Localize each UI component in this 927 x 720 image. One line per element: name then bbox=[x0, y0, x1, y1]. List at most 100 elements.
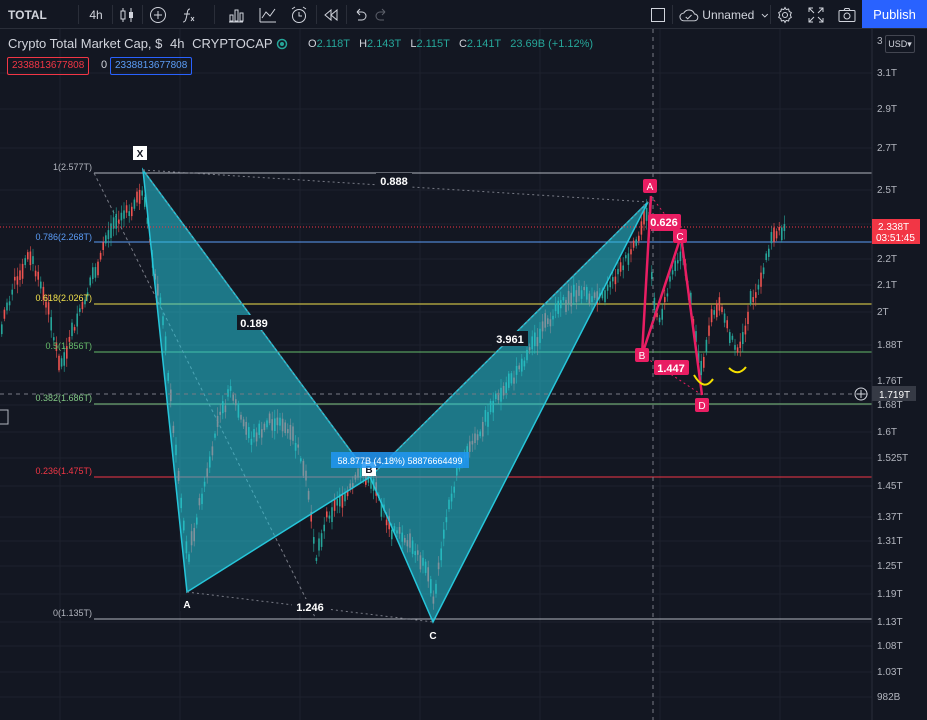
templates-button[interactable] bbox=[257, 0, 279, 29]
layout-menu-button[interactable]: Unnamed bbox=[678, 0, 770, 29]
fib-label-0236: 0.236(1.475T) bbox=[35, 466, 92, 476]
candle-body bbox=[677, 260, 679, 264]
plus-circle-icon bbox=[150, 6, 166, 23]
snapshot-button[interactable] bbox=[836, 0, 858, 29]
candle-body bbox=[326, 511, 328, 518]
abcd-a-label: A bbox=[647, 182, 654, 193]
chart-legend[interactable]: Crypto Total Market Cap, $ 4h CRYPTOCAP bbox=[8, 36, 277, 51]
candle-body bbox=[32, 256, 34, 264]
candle-body bbox=[627, 253, 630, 265]
candle-body bbox=[713, 310, 715, 315]
fib-label-0786: 0.786(2.268T) bbox=[35, 232, 92, 242]
fib-label-0618: 0.618(2.026T) bbox=[35, 293, 92, 303]
price-tick-label: 1.03T bbox=[877, 667, 903, 678]
fullscreen-button[interactable] bbox=[805, 0, 827, 29]
drawing-toolbar-toggle[interactable] bbox=[0, 409, 9, 425]
candle-body bbox=[734, 344, 736, 350]
compare-button[interactable] bbox=[147, 0, 169, 29]
price-tick-label: 2.2T bbox=[877, 254, 897, 265]
camera-icon bbox=[838, 7, 856, 22]
indicators-button[interactable] bbox=[177, 0, 199, 29]
candle-body bbox=[666, 293, 669, 297]
candle-body bbox=[749, 291, 752, 305]
currency-selector[interactable]: USD▾ bbox=[885, 35, 915, 53]
candle-body bbox=[723, 313, 726, 323]
candle-body bbox=[700, 360, 702, 376]
ohlc-l-value: 2.115T bbox=[416, 38, 450, 50]
ohlc-change: 23.69B (+1.12%) bbox=[510, 38, 594, 50]
price-tick-label: 1.31T bbox=[877, 536, 903, 547]
candle-body bbox=[3, 309, 6, 319]
chart-type-button[interactable] bbox=[116, 0, 138, 29]
candle-body bbox=[671, 270, 674, 275]
candle-body bbox=[679, 251, 682, 262]
xabcd-pattern-blue[interactable] bbox=[141, 167, 649, 624]
candle-body bbox=[773, 227, 775, 243]
alert-button[interactable] bbox=[287, 0, 311, 29]
candle-body bbox=[344, 493, 346, 502]
ohlc-c-label: C bbox=[458, 38, 467, 50]
settings-button[interactable] bbox=[774, 0, 796, 29]
candle-body bbox=[89, 277, 91, 286]
price-tick-label: 1.525T bbox=[877, 453, 908, 464]
publish-button[interactable]: Publish bbox=[862, 0, 927, 28]
candle-body bbox=[120, 212, 123, 221]
replay-button[interactable] bbox=[320, 0, 342, 29]
price-tick-label: 1.37T bbox=[877, 512, 903, 523]
price-tick-label: 1.45T bbox=[877, 481, 903, 492]
candle-body bbox=[747, 311, 749, 325]
redo-button[interactable] bbox=[372, 0, 392, 29]
interval-button[interactable]: 4h bbox=[84, 0, 108, 29]
toolbar-divider bbox=[316, 5, 317, 24]
candle-body bbox=[638, 235, 640, 242]
candle-body bbox=[34, 270, 37, 277]
candles-icon bbox=[120, 7, 133, 22]
candle-body bbox=[94, 267, 97, 278]
candle-body bbox=[323, 524, 325, 532]
candle-body bbox=[606, 284, 609, 291]
price-tick-label: 1.25T bbox=[877, 561, 903, 572]
candle-body bbox=[762, 267, 765, 275]
candle-body bbox=[19, 270, 21, 280]
candle-body bbox=[391, 529, 393, 540]
market-status-icon[interactable] bbox=[276, 38, 288, 50]
candle-body bbox=[622, 265, 624, 271]
candle-body bbox=[73, 327, 76, 331]
price-top-tick: 3 bbox=[877, 36, 883, 47]
price-tick-label: 2.1T bbox=[877, 280, 897, 291]
rewind-icon bbox=[324, 8, 338, 21]
financials-button[interactable] bbox=[225, 0, 247, 29]
fullscreen-toggle[interactable] bbox=[648, 0, 668, 29]
candle-body bbox=[40, 281, 42, 289]
symbol-search-button[interactable]: TOTAL bbox=[8, 0, 47, 29]
candle-body bbox=[770, 232, 773, 244]
candle-body bbox=[105, 235, 107, 244]
legend-interval: 4h bbox=[170, 36, 185, 51]
candle-body bbox=[645, 207, 648, 221]
candle-body bbox=[53, 337, 55, 341]
candle-body bbox=[24, 258, 26, 266]
candle-body bbox=[102, 242, 104, 250]
candle-body bbox=[58, 355, 60, 371]
candle-body bbox=[336, 499, 338, 506]
candle-body bbox=[710, 309, 713, 323]
price-tick-label: 1.19T bbox=[877, 589, 903, 600]
chevron-down-icon bbox=[761, 13, 769, 18]
candle-body bbox=[29, 251, 32, 266]
range-label: 58.877B (4.18%) 58876664499 bbox=[337, 456, 462, 466]
candle-body bbox=[50, 317, 52, 331]
symbol-label: TOTAL bbox=[8, 7, 47, 22]
price-tick-label: 2.5T bbox=[877, 185, 897, 196]
toolbar-divider bbox=[142, 5, 143, 24]
candle-body bbox=[6, 302, 8, 311]
undo-button[interactable] bbox=[350, 0, 370, 29]
candle-body bbox=[60, 358, 63, 367]
candle-body bbox=[653, 297, 656, 310]
abcd-ratio-1447-label: 1.447 bbox=[657, 363, 685, 375]
point-x-label: X bbox=[137, 149, 144, 160]
indicator-value-b: 2338813677808 bbox=[110, 57, 193, 75]
candle-body bbox=[781, 227, 783, 241]
highlight-curve-2 bbox=[728, 366, 747, 374]
expand-icon bbox=[808, 7, 824, 22]
chart-canvas[interactable]: 3.1T2.9T2.7T2.5T2.3T2.2T2.1T2T1.88T1.76T… bbox=[0, 29, 927, 720]
